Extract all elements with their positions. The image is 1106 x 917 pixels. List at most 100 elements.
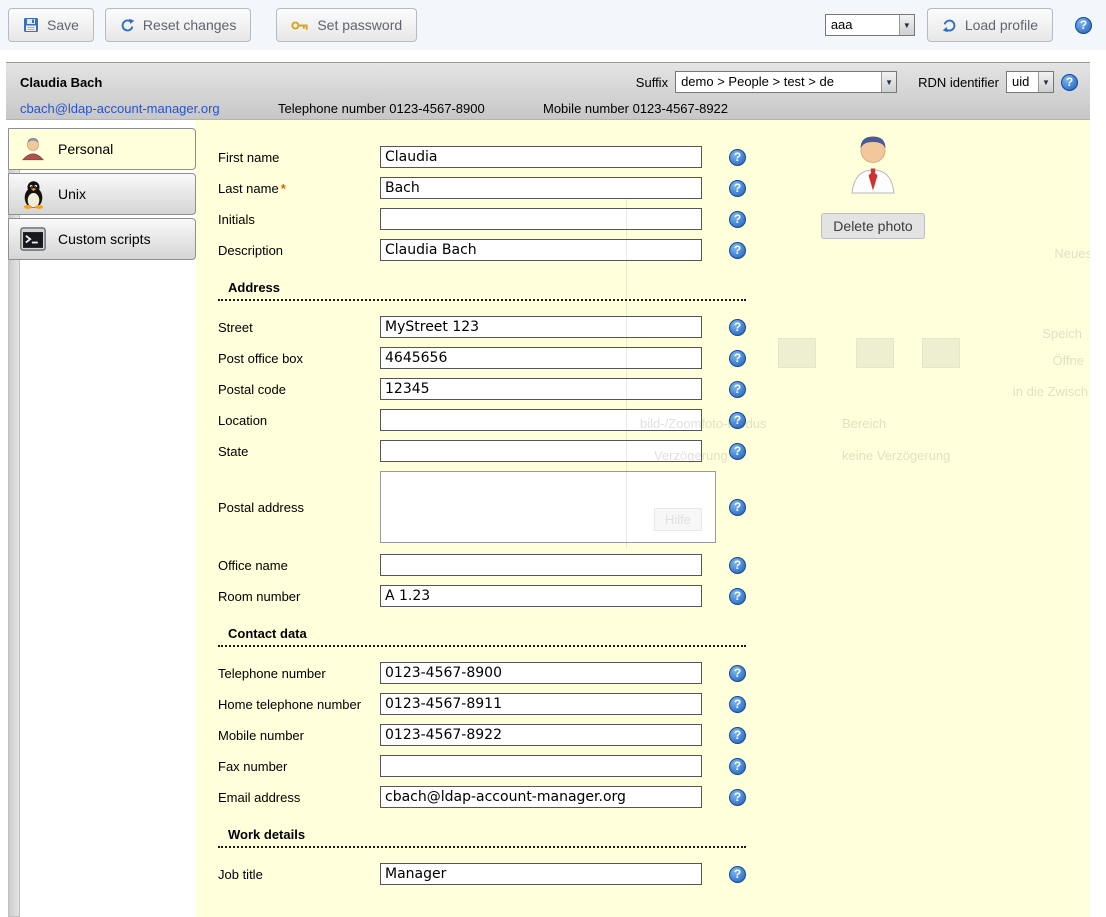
tab-custom-scripts[interactable]: Custom scripts <box>8 218 196 260</box>
help-icon[interactable] <box>729 499 746 516</box>
suffix-label: Suffix <box>636 75 668 90</box>
job-title-label: Job title <box>218 867 380 882</box>
room-number-label: Room number <box>218 589 380 604</box>
save-button-label: Save <box>47 17 79 33</box>
form-row: Fax number <box>218 755 1090 777</box>
form-row: Last name* <box>218 177 1090 199</box>
street-input[interactable] <box>380 316 702 338</box>
save-icon <box>23 17 39 33</box>
tab-unix-label: Unix <box>58 186 86 202</box>
required-asterisk: * <box>281 181 286 196</box>
reset-icon <box>120 18 135 33</box>
help-icon[interactable] <box>729 211 746 228</box>
fax-number-input[interactable] <box>380 755 702 777</box>
room-number-input[interactable] <box>380 585 702 607</box>
form-row: Office name <box>218 554 1090 576</box>
form-row: Location <box>218 409 1090 431</box>
load-profile-button[interactable]: Load profile <box>927 8 1053 42</box>
form-row: Email address <box>218 786 1090 808</box>
mobile-number-label: Mobile number <box>218 728 380 743</box>
help-icon[interactable] <box>729 789 746 806</box>
main-area: Personal Unix <box>6 120 1090 917</box>
form-row: Room number <box>218 585 1090 607</box>
delete-photo-button[interactable]: Delete photo <box>821 213 924 239</box>
help-icon[interactable] <box>729 319 746 336</box>
reset-changes-label: Reset changes <box>143 17 236 33</box>
email-address-label: Email address <box>218 790 380 805</box>
email-address-input[interactable] <box>380 786 702 808</box>
home-telephone-number-input[interactable] <box>380 693 702 715</box>
suffix-select[interactable]: demo > People > test > de ▼ <box>675 71 897 93</box>
load-profile-icon <box>942 18 957 33</box>
tab-personal[interactable]: Personal <box>8 128 196 170</box>
save-button[interactable]: Save <box>8 8 94 42</box>
work-section-heading: Work details <box>218 827 746 848</box>
top-toolbar: Save Reset changes Set password aaa ▼ Lo… <box>0 0 1106 50</box>
mobile-number-input[interactable] <box>380 724 702 746</box>
personal-tab-content: Neues Speich Öffne in die Zwisch bild-/Z… <box>196 120 1090 917</box>
account-name: Claudia Bach <box>20 75 102 90</box>
postal-address-textarea[interactable] <box>380 471 716 543</box>
description-input[interactable] <box>380 239 702 261</box>
help-icon[interactable] <box>729 381 746 398</box>
description-label: Description <box>218 243 380 258</box>
post-office-box-input[interactable] <box>380 347 702 369</box>
telephone-number-input[interactable] <box>380 662 702 684</box>
form-row: Job title <box>218 863 1090 885</box>
help-icon[interactable] <box>729 696 746 713</box>
post-office-box-label: Post office box <box>218 351 380 366</box>
help-icon[interactable] <box>729 866 746 883</box>
first-name-input[interactable] <box>380 146 702 168</box>
chevron-down-icon[interactable]: ▼ <box>1038 72 1053 92</box>
postal-address-label: Postal address <box>218 500 380 515</box>
office-name-input[interactable] <box>380 554 702 576</box>
help-icon[interactable] <box>729 242 746 259</box>
help-icon[interactable] <box>729 412 746 429</box>
tux-penguin-icon <box>18 180 48 209</box>
help-icon[interactable] <box>729 758 746 775</box>
profile-select[interactable]: aaa ▼ <box>825 14 915 36</box>
help-icon[interactable] <box>729 180 746 197</box>
load-profile-label: Load profile <box>965 17 1038 33</box>
form-row: Description <box>218 239 1090 261</box>
address-section-heading: Address <box>218 280 746 301</box>
account-telephone: Telephone number 0123-4567-8900 <box>278 101 543 116</box>
chevron-down-icon[interactable]: ▼ <box>881 72 896 92</box>
module-tabs: Personal Unix <box>6 120 196 917</box>
first-name-label: First name <box>218 150 380 165</box>
chevron-down-icon[interactable]: ▼ <box>899 15 914 35</box>
help-icon[interactable] <box>1075 17 1092 34</box>
state-input[interactable] <box>380 440 702 462</box>
rdn-select[interactable]: uid ▼ <box>1006 71 1054 93</box>
form-row: Postal code <box>218 378 1090 400</box>
key-icon <box>291 20 309 31</box>
tab-custom-scripts-label: Custom scripts <box>58 231 151 247</box>
postal-code-input[interactable] <box>380 378 702 400</box>
user-photo[interactable] <box>849 134 897 194</box>
last-name-input[interactable] <box>380 177 702 199</box>
help-icon[interactable] <box>1061 74 1078 91</box>
contact-section-heading: Contact data <box>218 626 746 647</box>
rdn-select-value: uid <box>1007 72 1038 92</box>
help-icon[interactable] <box>729 350 746 367</box>
job-title-input[interactable] <box>380 863 702 885</box>
help-icon[interactable] <box>729 665 746 682</box>
help-icon[interactable] <box>729 443 746 460</box>
account-email-link[interactable]: cbach@ldap-account-manager.org <box>20 101 278 116</box>
reset-changes-button[interactable]: Reset changes <box>105 8 251 42</box>
home-telephone-number-label: Home telephone number <box>218 697 380 712</box>
help-icon[interactable] <box>729 557 746 574</box>
rdn-label: RDN identifier <box>918 75 999 90</box>
initials-input[interactable] <box>380 208 702 230</box>
set-password-button[interactable]: Set password <box>276 8 417 42</box>
location-input[interactable] <box>380 409 702 431</box>
tab-unix[interactable]: Unix <box>8 173 196 215</box>
help-icon[interactable] <box>729 588 746 605</box>
form-row: Postal address <box>218 471 1090 543</box>
terminal-icon <box>18 227 48 251</box>
suffix-select-value: demo > People > test > de <box>676 72 881 92</box>
telephone-number-label: Telephone number <box>218 666 380 681</box>
form-row: State <box>218 440 1090 462</box>
help-icon[interactable] <box>729 149 746 166</box>
help-icon[interactable] <box>729 727 746 744</box>
